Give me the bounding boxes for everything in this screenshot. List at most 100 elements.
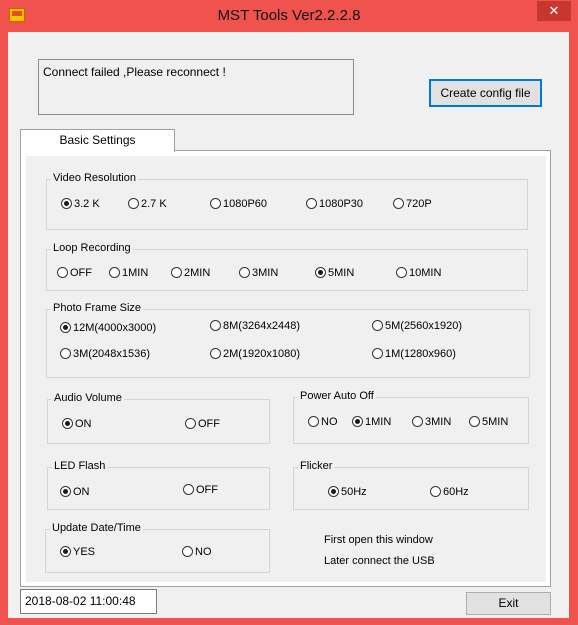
radio-label: 2M(1920x1080): [223, 348, 301, 360]
radio-update-yes[interactable]: YES: [60, 545, 95, 559]
radio-led-on[interactable]: ON: [60, 485, 90, 499]
radio-label: OFF: [70, 267, 92, 279]
radio-icon: [412, 416, 423, 427]
radio-label: 720P: [406, 198, 432, 210]
radio-icon: [109, 267, 120, 278]
radio-power-5min[interactable]: 5MIN: [469, 415, 508, 429]
radio-label: 50Hz: [341, 486, 367, 498]
flicker-group: Flicker 50Hz 60Hz: [293, 460, 529, 510]
radio-photo-3m[interactable]: 3M(2048x1536): [60, 347, 150, 361]
radio-icon: [128, 198, 139, 209]
photo-frame-size-group: Photo Frame Size 12M(4000x3000) 8M(3264x…: [46, 302, 530, 378]
radio-label: YES: [73, 546, 96, 558]
radio-label: OFF: [196, 484, 218, 496]
radio-label: OFF: [198, 418, 220, 430]
radio-power-3min[interactable]: 3MIN: [412, 415, 451, 429]
radio-checked-icon: [60, 322, 71, 333]
radio-photo-1m[interactable]: 1M(1280x960): [372, 347, 456, 361]
radio-led-off[interactable]: OFF: [183, 483, 218, 497]
radio-photo-8m[interactable]: 8M(3264x2448): [210, 319, 300, 333]
radio-video-1080p30[interactable]: 1080P30: [306, 197, 363, 211]
audio-volume-group: Audio Volume ON OFF: [47, 392, 270, 444]
close-button[interactable]: ✕: [537, 1, 571, 21]
radio-label: 2MIN: [184, 267, 211, 279]
radio-checked-icon: [60, 546, 71, 557]
update-date-time-group: Update Date/Time YES NO: [45, 522, 270, 573]
radio-label: ON: [75, 418, 92, 430]
radio-checked-icon: [61, 198, 72, 209]
radio-power-1min[interactable]: 1MIN: [352, 415, 391, 429]
radio-icon: [57, 267, 68, 278]
radio-icon: [210, 348, 221, 359]
radio-icon: [239, 267, 250, 278]
radio-label: NO: [321, 416, 338, 428]
radio-loop-2min[interactable]: 2MIN: [171, 266, 210, 280]
radio-flicker-60hz[interactable]: 60Hz: [430, 485, 469, 499]
radio-label: 1MIN: [122, 267, 149, 279]
radio-flicker-50hz[interactable]: 50Hz: [328, 485, 367, 499]
radio-label: 3MIN: [252, 267, 279, 279]
radio-label: 3MIN: [425, 416, 452, 428]
radio-photo-12m[interactable]: 12M(4000x3000): [60, 321, 156, 335]
radio-label: NO: [195, 546, 212, 558]
radio-loop-off[interactable]: OFF: [57, 266, 92, 280]
client-area: Connect failed ,Please reconnect ! Creat…: [8, 32, 569, 618]
radio-icon: [430, 486, 441, 497]
led-flash-group: LED Flash ON OFF: [47, 460, 270, 510]
title-bar: MST Tools Ver2.2.2.8 ✕: [0, 0, 578, 32]
datetime-display: 2018-08-02 11:00:48: [20, 589, 157, 614]
group-legend: Loop Recording: [51, 242, 133, 254]
radio-update-no[interactable]: NO: [182, 545, 212, 559]
loop-recording-group: Loop Recording OFF 1MIN 2MIN 3MIN 5MIN 1…: [46, 242, 528, 291]
radio-label: 5M(2560x1920): [385, 320, 463, 332]
radio-loop-1min[interactable]: 1MIN: [109, 266, 148, 280]
video-resolution-group: Video Resolution 3.2 K 2.7 K 1080P60 108…: [46, 172, 528, 230]
group-legend: LED Flash: [52, 460, 108, 472]
radio-audio-on[interactable]: ON: [62, 417, 92, 431]
radio-icon: [183, 484, 194, 495]
radio-photo-2m[interactable]: 2M(1920x1080): [210, 347, 300, 361]
radio-label: 1MIN: [365, 416, 392, 428]
radio-icon: [469, 416, 480, 427]
radio-icon: [210, 198, 221, 209]
radio-loop-10min[interactable]: 10MIN: [396, 266, 441, 280]
status-message-box: Connect failed ,Please reconnect !: [38, 59, 354, 115]
radio-icon: [308, 416, 319, 427]
radio-label: ON: [73, 486, 90, 498]
radio-checked-icon: [62, 418, 73, 429]
radio-video-720p[interactable]: 720P: [393, 197, 432, 211]
radio-icon: [60, 348, 71, 359]
group-legend: Video Resolution: [51, 172, 138, 184]
radio-checked-icon: [328, 486, 339, 497]
radio-audio-off[interactable]: OFF: [185, 417, 220, 431]
instruction-line-2: Later connect the USB: [324, 555, 435, 567]
group-legend: Update Date/Time: [50, 522, 143, 534]
radio-label: 3M(2048x1536): [73, 348, 151, 360]
radio-icon: [372, 348, 383, 359]
radio-label: 5MIN: [328, 267, 355, 279]
radio-checked-icon: [352, 416, 363, 427]
radio-video-1080p60[interactable]: 1080P60: [210, 197, 267, 211]
window-title: MST Tools Ver2.2.2.8: [217, 7, 361, 24]
radio-icon: [182, 546, 193, 557]
group-legend: Photo Frame Size: [51, 302, 144, 314]
instruction-line-1: First open this window: [324, 534, 433, 546]
app-window: MST Tools Ver2.2.2.8 ✕ Connect failed ,P…: [0, 0, 578, 625]
exit-button[interactable]: Exit: [466, 592, 551, 615]
radio-icon: [210, 320, 221, 331]
radio-label: 5MIN: [482, 416, 509, 428]
radio-photo-5m[interactable]: 5M(2560x1920): [372, 319, 462, 333]
radio-power-no[interactable]: NO: [308, 415, 338, 429]
radio-icon: [306, 198, 317, 209]
radio-loop-3min[interactable]: 3MIN: [239, 266, 278, 280]
radio-video-3-2k[interactable]: 3.2 K: [61, 197, 100, 211]
radio-label: 12M(4000x3000): [73, 322, 157, 334]
tab-basic-settings[interactable]: Basic Settings: [20, 129, 175, 152]
radio-label: 8M(3264x2448): [223, 320, 301, 332]
group-legend: Audio Volume: [52, 392, 124, 404]
radio-loop-5min[interactable]: 5MIN: [315, 266, 354, 280]
create-config-button[interactable]: Create config file: [429, 79, 542, 107]
radio-video-2-7k[interactable]: 2.7 K: [128, 197, 167, 211]
radio-icon: [185, 418, 196, 429]
radio-checked-icon: [315, 267, 326, 278]
